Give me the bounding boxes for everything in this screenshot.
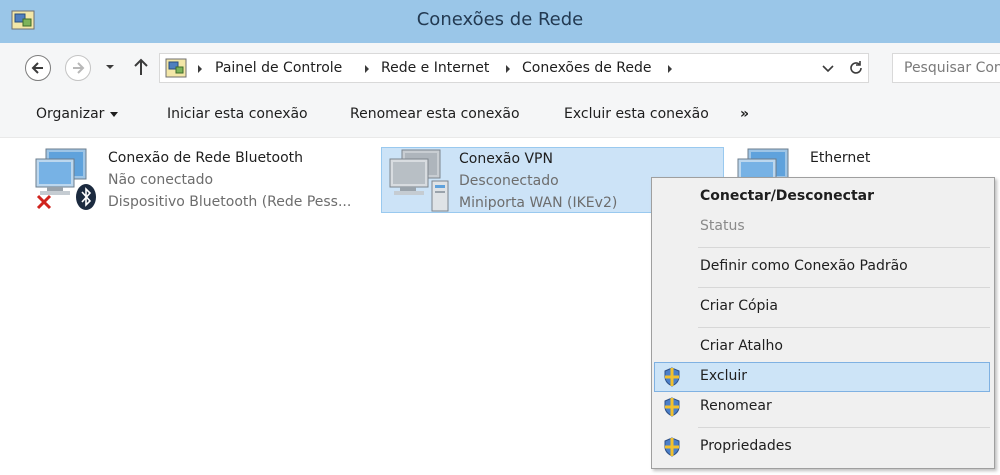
menu-item-connect-disconnect[interactable]: Conectar/Desconectar xyxy=(654,182,990,212)
command-bar: Organizar Iniciar esta conexão Renomear … xyxy=(0,93,1000,138)
start-connection-button[interactable]: Iniciar esta conexão xyxy=(167,106,308,122)
menu-item-label: Criar Cópia xyxy=(700,298,778,314)
breadcrumb-conexoes-de-rede[interactable]: Conexões de Rede xyxy=(522,60,652,76)
menu-item-create-shortcut[interactable]: Criar Atalho xyxy=(654,332,990,362)
arrow-right-icon xyxy=(73,62,85,74)
rename-connection-button[interactable]: Renomear esta conexão xyxy=(350,106,520,122)
uac-shield-icon xyxy=(664,437,680,457)
menu-item-label: Propriedades xyxy=(700,438,792,454)
connection-status: Desconectado xyxy=(459,173,559,189)
vpn-computers-icon xyxy=(389,149,449,212)
breadcrumb-chevron-icon[interactable] xyxy=(196,64,204,74)
organize-button[interactable]: Organizar xyxy=(36,106,119,122)
delete-connection-button[interactable]: Excluir esta conexão xyxy=(564,106,709,122)
menu-separator xyxy=(698,287,990,288)
disconnected-x-icon xyxy=(36,194,52,210)
menu-item-label: Criar Atalho xyxy=(700,338,783,354)
up-arrow-icon[interactable] xyxy=(132,57,150,77)
network-connections-icon xyxy=(165,58,187,78)
menu-item-delete[interactable]: Excluir xyxy=(654,362,990,392)
caret-down-icon xyxy=(110,111,119,117)
breadcrumb-chevron-icon[interactable] xyxy=(666,64,674,74)
breadcrumb-chevron-icon[interactable] xyxy=(363,64,371,74)
connection-name: Conexão VPN xyxy=(459,151,553,167)
search-input[interactable]: Pesquisar Con xyxy=(892,53,1000,83)
address-bar[interactable]: Painel de Controle Rede e Internet Conex… xyxy=(159,53,869,83)
navigation-bar: Painel de Controle Rede e Internet Conex… xyxy=(0,43,1000,93)
menu-separator xyxy=(698,327,990,328)
recent-locations-chevron-icon[interactable] xyxy=(104,61,116,73)
back-button[interactable] xyxy=(25,55,51,81)
menu-item-set-default[interactable]: Definir como Conexão Padrão xyxy=(654,252,990,282)
uac-shield-icon xyxy=(664,367,680,387)
menu-item-label: Excluir xyxy=(700,368,747,384)
menu-item-create-copy[interactable]: Criar Cópia xyxy=(654,292,990,322)
menu-item-status: Status xyxy=(654,212,990,242)
forward-button[interactable] xyxy=(65,55,91,81)
menu-item-properties[interactable]: Propriedades xyxy=(654,432,990,462)
connection-status: Não conectado xyxy=(108,172,214,188)
arrow-left-icon xyxy=(31,62,43,74)
connection-item-bluetooth[interactable]: Conexão de Rede Bluetooth Não conectado … xyxy=(32,147,377,213)
address-history-chevron-icon[interactable] xyxy=(822,65,834,73)
organize-label: Organizar xyxy=(36,106,105,122)
bluetooth-icon xyxy=(76,184,96,210)
connection-device: Dispositivo Bluetooth (Rede Pess... xyxy=(108,194,352,210)
menu-item-rename[interactable]: Renomear xyxy=(654,392,990,422)
breadcrumb-chevron-icon[interactable] xyxy=(504,64,512,74)
menu-item-label: Conectar/Desconectar xyxy=(700,188,874,204)
menu-item-label: Status xyxy=(700,218,745,234)
connection-name: Conexão de Rede Bluetooth xyxy=(108,150,304,166)
context-menu: Conectar/Desconectar Status Definir como… xyxy=(651,177,995,469)
menu-separator xyxy=(698,247,990,248)
menu-item-label: Renomear xyxy=(700,398,772,414)
window-title: Conexões de Rede xyxy=(416,9,584,30)
uac-shield-icon xyxy=(664,397,680,417)
breadcrumb-painel-de-controle[interactable]: Painel de Controle xyxy=(215,60,342,76)
breadcrumb-rede-e-internet[interactable]: Rede e Internet xyxy=(381,60,489,76)
connection-name: Ethernet xyxy=(810,150,871,166)
menu-separator xyxy=(698,427,990,428)
menu-item-label: Definir como Conexão Padrão xyxy=(700,258,908,274)
title-bar: Conexões de Rede xyxy=(0,0,1000,43)
refresh-icon[interactable] xyxy=(848,60,864,76)
more-commands-button[interactable]: » xyxy=(740,106,749,122)
connection-device: Miniporta WAN (IKEv2) xyxy=(459,195,618,211)
